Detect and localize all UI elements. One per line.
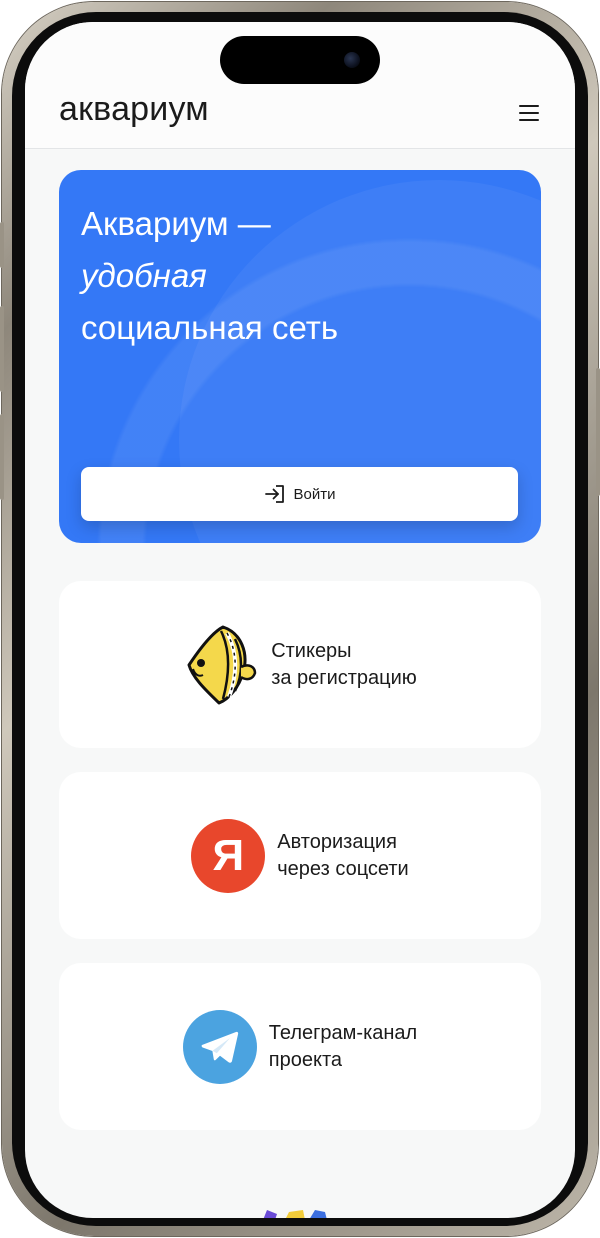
feature-stickers-line2: за регистрацию (271, 666, 417, 689)
hero-title-line3: социальная сеть (81, 309, 339, 346)
brand-logo[interactable]: аквариум (59, 90, 209, 129)
dynamic-island (220, 36, 380, 84)
hamburger-menu-icon[interactable] (517, 102, 541, 124)
feature-telegram-line2: проекта (268, 1048, 342, 1071)
feature-card-social-auth[interactable]: Я Авторизация через соцсети (59, 772, 541, 939)
login-button[interactable]: Войти (81, 467, 518, 521)
feature-social-auth-line1: Авторизация (277, 830, 397, 853)
camera-icon (344, 52, 360, 68)
fish-sticker-icon (187, 625, 257, 704)
phone-screen: аквариум Аквариум — удобная социальная с… (25, 22, 575, 1218)
hero-banner: Аквариум — удобная социальная сеть Войти (59, 170, 541, 543)
feature-card-stickers[interactable]: Стикеры за регистрацию (59, 581, 541, 748)
feature-social-auth-text: Авторизация через соцсети (277, 829, 408, 883)
feature-stickers-text: Стикеры за регистрацию (271, 638, 417, 692)
phone-volume-down-button (0, 414, 4, 500)
phone-action-button (0, 222, 4, 268)
hero-title-line2: удобная (81, 257, 207, 294)
login-button-label: Войти (293, 485, 336, 503)
feature-telegram-text: Телеграм-канал проекта (269, 1020, 417, 1074)
yandex-logo-icon: Я (191, 818, 266, 893)
bottom-illustration-peek (263, 1210, 327, 1218)
hero-title: Аквариум — удобная социальная сеть (81, 198, 521, 354)
feature-stickers-line1: Стикеры (271, 639, 352, 662)
phone-volume-up-button (0, 306, 4, 392)
feature-social-auth-line2: через соцсети (277, 857, 409, 880)
feature-card-telegram[interactable]: Телеграм-канал проекта (59, 963, 541, 1130)
telegram-logo-icon (182, 1009, 257, 1084)
feature-telegram-line1: Телеграм-канал (268, 1021, 418, 1044)
phone-power-button (596, 368, 600, 496)
telegram-plane-icon (201, 1031, 238, 1063)
login-arrow-icon (264, 485, 284, 503)
hero-title-line1: Аквариум — (81, 205, 271, 242)
